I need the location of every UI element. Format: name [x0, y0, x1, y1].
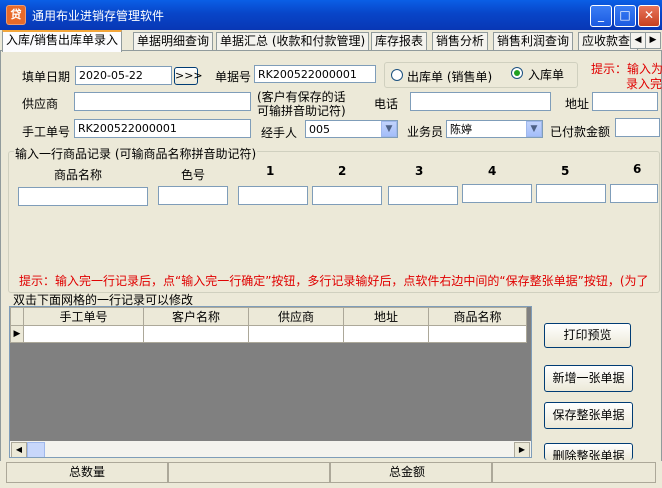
radio-out[interactable]	[391, 69, 403, 81]
scroll-thumb[interactable]	[27, 442, 45, 457]
status-total-qty-cell: 总数量	[6, 462, 168, 483]
col-size-5: 5	[561, 164, 570, 178]
docno-label: 单据号	[215, 70, 252, 84]
new-doc-button[interactable]: 新增一张单据	[544, 365, 633, 392]
grid-col-customer[interactable]: 客户名称	[143, 307, 249, 326]
entry-size1-input[interactable]	[238, 186, 308, 205]
paid-amount-input[interactable]	[615, 118, 660, 137]
customer-hint-2: 可输拼音助记符)	[257, 104, 346, 118]
close-button[interactable]: ✕	[638, 5, 660, 27]
date-label: 填单日期	[22, 70, 71, 84]
col-size-4: 4	[488, 164, 497, 178]
tab-sales-analysis[interactable]: 销售分析	[432, 32, 489, 50]
tab-entry[interactable]: 入库/销售出库单录入	[2, 30, 123, 52]
status-cell-4	[492, 462, 656, 483]
print-preview-button[interactable]: 打印预览	[544, 323, 631, 348]
phone-input[interactable]	[410, 92, 551, 111]
minimize-button[interactable]: _	[590, 5, 612, 27]
grid-cell[interactable]	[248, 325, 344, 343]
tab-stock-report[interactable]: 库存报表	[371, 32, 428, 50]
entry-size4-input[interactable]	[462, 184, 532, 203]
grid-corner	[10, 307, 24, 326]
paid-label: 已付款金额	[550, 125, 611, 139]
date-picker-button[interactable]: >>>	[174, 67, 203, 85]
entry-group-label: 输入一行商品记录 (可输商品名称拼音助记符)	[14, 145, 258, 162]
manual-no-input[interactable]: RK200522000001	[74, 119, 251, 138]
status-total-qty: 总数量	[69, 465, 106, 479]
hint-top-2: 录入完	[626, 77, 662, 91]
scroll-left-icon[interactable]: ◀	[11, 442, 27, 457]
table-row[interactable]: ▶	[10, 325, 527, 343]
status-cell-2	[168, 462, 330, 483]
salesman-label: 业务员	[407, 125, 444, 139]
radio-in[interactable]	[511, 67, 523, 79]
col-product-name: 商品名称	[54, 168, 103, 182]
scroll-right-icon[interactable]: ▶	[514, 442, 530, 457]
tab-scroll-left-icon[interactable]: ◀	[630, 32, 646, 49]
col-color: 色号	[181, 168, 206, 182]
grid-col-supplier[interactable]: 供应商	[248, 307, 344, 326]
supplier-label: 供应商	[22, 97, 59, 111]
delete-doc-button[interactable]: 删除整张单据	[544, 443, 633, 460]
entry-color-input[interactable]	[158, 186, 228, 205]
row-pointer-icon: ▶	[10, 325, 24, 343]
docno-input[interactable]: RK200522000001	[254, 65, 376, 83]
tab-scroll-right-icon[interactable]: ▶	[645, 32, 661, 49]
horizontal-scrollbar[interactable]: ◀ ▶	[10, 441, 531, 457]
date-value: 2020-05-22	[79, 69, 143, 82]
entry-size5-input[interactable]	[536, 184, 606, 203]
salesman-dropdown-icon[interactable]: ▼	[526, 121, 542, 137]
col-size-1: 1	[266, 164, 275, 178]
status-total-amount-cell: 总金额	[330, 462, 492, 483]
tab-summary[interactable]: 单据汇总 (收款和付款管理)	[216, 32, 370, 50]
app-icon: 贷	[6, 5, 26, 25]
supplier-input[interactable]	[74, 92, 251, 111]
address-label: 地址	[565, 97, 590, 111]
col-size-3: 3	[415, 164, 424, 178]
entry-product-input[interactable]	[18, 187, 148, 206]
entry-size6-input[interactable]	[610, 184, 658, 203]
entry-size3-input[interactable]	[388, 186, 458, 205]
grid-cell[interactable]	[428, 325, 527, 343]
grid-cell[interactable]	[23, 325, 144, 343]
col-size-6: 6	[633, 162, 642, 176]
status-total-amount: 总金额	[389, 465, 426, 479]
data-grid[interactable]: 手工单号 客户名称 供应商 地址 商品名称 ▶ ◀ ▶	[9, 306, 532, 458]
tab-profit-query[interactable]: 销售利润查询	[493, 32, 574, 50]
date-input[interactable]: 2020-05-22	[75, 66, 172, 85]
window-title: 通用布业进销存管理软件	[32, 9, 165, 23]
grid-cell[interactable]	[343, 325, 429, 343]
radio-out-label: 出库单 (销售单)	[407, 70, 493, 84]
col-size-2: 2	[338, 164, 347, 178]
handler-label: 经手人	[261, 126, 298, 140]
phone-label: 电话	[374, 97, 399, 111]
maximize-button[interactable]: □	[614, 5, 636, 27]
entry-hint: 提示：输入完一行记录后，点“输入完一行确定”按钮，多行记录输好后，点软件右边中间…	[19, 274, 649, 288]
grid-col-product[interactable]: 商品名称	[428, 307, 527, 326]
grid-col-address[interactable]: 地址	[343, 307, 429, 326]
manual-no-label: 手工单号	[22, 125, 71, 139]
tab-receivable[interactable]: 应收款查	[578, 32, 638, 50]
title-bar: 贷 通用布业进销存管理软件 _ □ ✕	[0, 0, 662, 30]
address-input[interactable]	[592, 92, 658, 111]
handler-dropdown-icon[interactable]: ▼	[381, 121, 397, 137]
radio-in-label: 入库单	[528, 68, 565, 82]
entry-size2-input[interactable]	[312, 186, 382, 205]
grid-cell[interactable]	[143, 325, 249, 343]
tab-detail-query[interactable]: 单据明细查询	[133, 32, 214, 50]
grid-col-manual-no[interactable]: 手工单号	[23, 307, 144, 326]
save-doc-button[interactable]: 保存整张单据	[544, 402, 633, 429]
